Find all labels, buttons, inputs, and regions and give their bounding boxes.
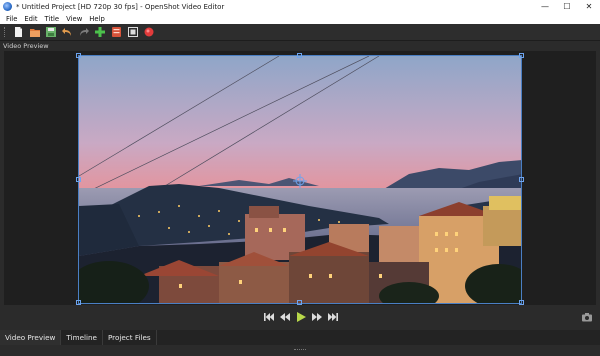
save-icon	[45, 27, 56, 37]
transform-handle-top-center[interactable]	[297, 53, 302, 58]
redo-button[interactable]	[79, 27, 89, 37]
undo-button[interactable]	[62, 27, 72, 37]
fullscreen-button[interactable]	[127, 27, 138, 37]
menu-edit[interactable]: Edit	[23, 15, 38, 23]
camera-icon[interactable]	[582, 312, 592, 322]
center-crosshair-icon[interactable]	[293, 174, 307, 188]
close-button[interactable]: ✕	[578, 0, 600, 13]
transform-handle-bottom-right[interactable]	[519, 300, 524, 305]
jump-end-icon	[328, 313, 338, 321]
import-files-button[interactable]	[95, 27, 106, 37]
main-toolbar	[0, 24, 600, 41]
export-video-button[interactable]	[144, 27, 154, 37]
tab-video-preview[interactable]: Video Preview	[0, 330, 62, 345]
save-project-button[interactable]	[45, 27, 56, 37]
jump-end-button[interactable]	[327, 311, 339, 323]
fast-forward-icon	[312, 313, 322, 321]
transform-handle-top-right[interactable]	[519, 53, 524, 58]
play-button[interactable]	[295, 311, 307, 323]
transform-handle-top-left[interactable]	[76, 53, 81, 58]
bottom-tabs: Video Preview Timeline Project Files	[0, 330, 600, 345]
maximize-button[interactable]: ☐	[556, 0, 578, 13]
window-controls: — ☐ ✕	[534, 0, 600, 13]
minimize-button[interactable]: —	[534, 0, 556, 13]
title-bar: * Untitled Project [HD 720p 30 fps] - Op…	[0, 0, 600, 13]
choose-profile-button[interactable]	[111, 27, 121, 37]
undo-icon	[62, 28, 72, 36]
playback-controls	[0, 308, 600, 326]
window-title: * Untitled Project [HD 720p 30 fps] - Op…	[16, 2, 225, 11]
fullscreen-icon	[127, 27, 138, 37]
menu-file[interactable]: File	[5, 15, 18, 23]
menu-title[interactable]: Title	[44, 15, 61, 23]
rewind-button[interactable]	[279, 311, 291, 323]
new-file-icon	[14, 27, 22, 37]
new-project-button[interactable]	[13, 27, 23, 37]
jump-start-icon	[264, 313, 274, 321]
plus-icon	[95, 27, 106, 37]
transform-handle-bottom-center[interactable]	[297, 300, 302, 305]
open-folder-icon	[29, 28, 40, 37]
menu-help[interactable]: Help	[88, 15, 106, 23]
tab-timeline[interactable]: Timeline	[61, 330, 103, 345]
record-icon	[144, 27, 154, 37]
openshot-logo-icon	[3, 2, 12, 11]
panel-resize-grip[interactable]	[0, 345, 600, 356]
redo-icon	[79, 28, 89, 36]
menu-view[interactable]: View	[65, 15, 83, 23]
open-project-button[interactable]	[29, 27, 40, 37]
dock-title: Video Preview	[3, 42, 49, 50]
profile-icon	[111, 27, 121, 37]
transform-handle-bottom-left[interactable]	[76, 300, 81, 305]
fast-forward-button[interactable]	[311, 311, 323, 323]
tab-project-files[interactable]: Project Files	[103, 330, 157, 345]
jump-start-button[interactable]	[263, 311, 275, 323]
transform-handle-middle-right[interactable]	[519, 177, 524, 182]
toolbar-grip[interactable]	[4, 27, 7, 37]
play-icon	[296, 312, 306, 322]
rewind-icon	[280, 313, 290, 321]
transform-handle-middle-left[interactable]	[76, 177, 81, 182]
grip-dots	[294, 349, 306, 352]
